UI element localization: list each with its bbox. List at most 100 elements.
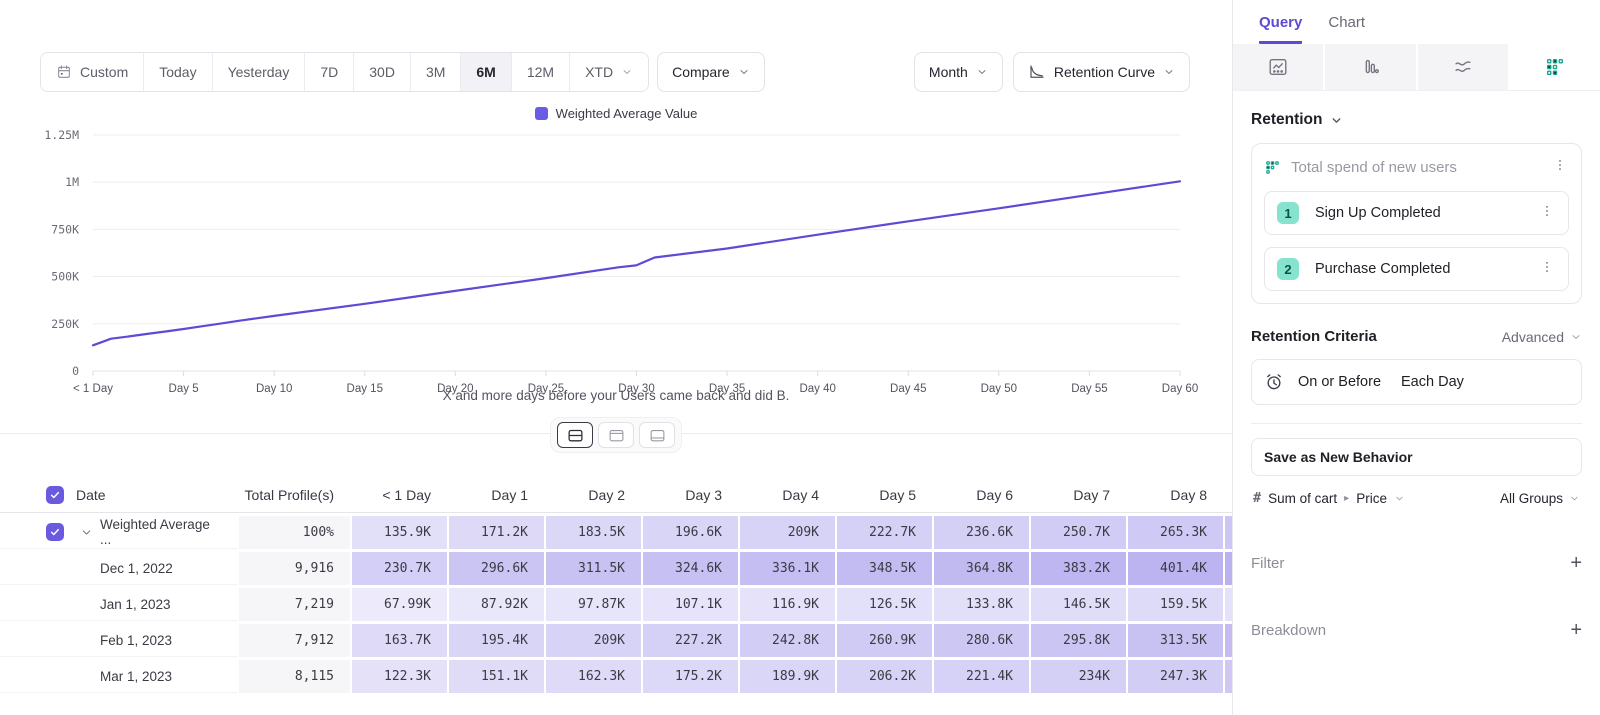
retention-value-cell[interactable]: 122.3K (352, 660, 447, 693)
retention-value-cell[interactable]: 209K (740, 516, 835, 549)
retention-value-cell[interactable]: 230.7K (352, 552, 447, 585)
retention-value-cell[interactable]: 250.7K (1031, 516, 1126, 549)
row-label: Feb 1, 2023 (100, 633, 172, 648)
retention-value-cell[interactable]: 311.5K (546, 552, 641, 585)
retention-value-cell[interactable]: 196.6K (643, 516, 738, 549)
retention-value-cell[interactable]: 206.2K (837, 660, 932, 693)
total-profiles-cell: 8,115 (239, 660, 350, 693)
view-toggle-split-view[interactable] (557, 422, 593, 448)
retention-value-cell[interactable]: 265.3K (1128, 516, 1223, 549)
retention-value-cell[interactable]: 163.7K (352, 624, 447, 657)
range-6m[interactable]: 6M (461, 53, 511, 91)
retention-value-cell[interactable]: 242.8K (740, 624, 835, 657)
tool-insights[interactable] (1233, 44, 1325, 90)
select-all-checkbox[interactable] (46, 486, 64, 504)
range-yesterday[interactable]: Yesterday (213, 53, 306, 91)
column-header-day-8: Day 8 (1128, 477, 1223, 512)
tool-retention[interactable] (1510, 44, 1600, 90)
x-axis-tick: Day 5 (169, 383, 199, 395)
retention-value-cell[interactable]: 296.6K (449, 552, 544, 585)
retention-value-cell[interactable]: 195.4K (449, 624, 544, 657)
y-axis-tick: 0 (72, 364, 79, 378)
y-axis-tick: 750K (51, 222, 79, 236)
query-sidebar: Query Chart Retention (1232, 0, 1600, 715)
tool-flows[interactable] (1418, 44, 1510, 90)
range-7d[interactable]: 7D (305, 53, 354, 91)
retention-value-cell[interactable]: 260.9K (837, 624, 932, 657)
advanced-dropdown[interactable]: Advanced (1502, 329, 1582, 345)
retention-value-cell[interactable]: 175.2K (643, 660, 738, 693)
retention-value-cell[interactable]: 364.8K (934, 552, 1029, 585)
retention-value-cell[interactable]: 107.1K (643, 588, 738, 621)
retention-value-cell[interactable]: 159.5K (1128, 588, 1223, 621)
kebab-menu-icon[interactable] (1538, 258, 1556, 281)
measure-sub-property[interactable]: Price (1356, 491, 1387, 506)
all-groups-dropdown[interactable]: All Groups (1500, 491, 1580, 506)
range-today[interactable]: Today (144, 53, 212, 91)
retention-value-cell[interactable]: 383.2K (1031, 552, 1126, 585)
retention-value-cell[interactable]: 151.1K (449, 660, 544, 693)
retention-value-cell[interactable]: 126.5K (837, 588, 932, 621)
retention-value-cell[interactable]: 295.8K (1031, 624, 1126, 657)
chart-type-button[interactable]: Retention Curve (1013, 52, 1190, 92)
retention-value-cell[interactable]: 171.2K (449, 516, 544, 549)
x-axis-tick: Day 45 (890, 383, 926, 395)
save-as-new-behavior-button[interactable]: Save as New Behavior (1251, 438, 1582, 476)
retention-value-cell[interactable]: 146.5K (1031, 588, 1126, 621)
all-groups-label: All Groups (1500, 491, 1563, 506)
retention-value-cell[interactable]: 247.3K (1128, 660, 1223, 693)
retention-value-cell[interactable]: 234K (1031, 660, 1126, 693)
retention-value-cell[interactable]: 348.5K (837, 552, 932, 585)
retention-value-cell[interactable]: 313.5K (1128, 624, 1223, 657)
tool-funnels[interactable] (1325, 44, 1417, 90)
behavior-title[interactable]: Total spend of new users (1291, 159, 1541, 176)
range-custom[interactable]: Custom (41, 53, 144, 91)
tab-query[interactable]: Query (1259, 14, 1302, 44)
report-section-heading[interactable]: Retention (1251, 111, 1582, 129)
add-breakdown-button[interactable]: + (1570, 619, 1582, 642)
caret-right-icon: ▸ (1344, 493, 1349, 504)
row-checkbox[interactable] (46, 523, 64, 541)
retention-value-cell[interactable]: 324.6K (643, 552, 738, 585)
add-filter-button[interactable]: + (1570, 552, 1582, 575)
retention-value-cell[interactable]: 97.87K (546, 588, 641, 621)
retention-value-cell[interactable]: 87.92K (449, 588, 544, 621)
expand-row-icon[interactable] (80, 526, 93, 542)
table-row: Jan 1, 20237,21967.99K87.92K97.87K107.1K… (0, 588, 1232, 621)
range-30d[interactable]: 30D (354, 53, 411, 91)
retention-value-cell[interactable]: 336.1K (740, 552, 835, 585)
row-label-cell: Jan 1, 2023 (0, 588, 237, 621)
retention-value-cell[interactable]: 183.5K (546, 516, 641, 549)
measure-property[interactable]: Sum of cart (1268, 491, 1337, 506)
step-purchase-completed[interactable]: 2 Purchase Completed (1264, 247, 1569, 291)
range-3m[interactable]: 3M (411, 53, 461, 91)
view-toggle-bottom-pane-view[interactable] (639, 422, 675, 448)
granularity-button[interactable]: Month (914, 52, 1003, 92)
x-axis-tick: < 1 Day (73, 383, 113, 395)
range-xtd[interactable]: XTD (570, 53, 648, 91)
retention-value-cell[interactable]: 189.9K (740, 660, 835, 693)
retention-value-cell[interactable]: 401.4K (1128, 552, 1223, 585)
criteria-condition[interactable]: On or Before Each Day (1251, 359, 1582, 405)
retention-value-cell[interactable]: 133.8K (934, 588, 1029, 621)
retention-value-cell[interactable]: 222.7K (837, 516, 932, 549)
retention-value-cell[interactable]: 280.6K (934, 624, 1029, 657)
retention-value-cell[interactable]: 221.4K (934, 660, 1029, 693)
compare-button[interactable]: Compare (657, 52, 765, 92)
retention-value-cell[interactable]: 67.99K (352, 588, 447, 621)
retention-value-cell[interactable]: 116.9K (740, 588, 835, 621)
step-sign-up-completed[interactable]: 1 Sign Up Completed (1264, 191, 1569, 235)
retention-value-cell[interactable]: 227.2K (643, 624, 738, 657)
chart-canvas[interactable]: 1.25M1M750K500K250K0< 1 DayDay 5Day 10Da… (0, 121, 1232, 399)
kebab-menu-icon[interactable] (1551, 156, 1569, 179)
weighted-average-line[interactable] (93, 181, 1180, 345)
range-12m[interactable]: 12M (512, 53, 570, 91)
retention-value-cell[interactable]: 135.9K (352, 516, 447, 549)
retention-value-cell[interactable]: 209K (546, 624, 641, 657)
retention-value-cell[interactable]: 236.6K (934, 516, 1029, 549)
kebab-menu-icon[interactable] (1538, 202, 1556, 225)
x-axis-tick: Day 10 (256, 383, 292, 395)
tab-chart[interactable]: Chart (1328, 14, 1365, 44)
view-toggle-top-pane-view[interactable] (598, 422, 634, 448)
retention-value-cell[interactable]: 162.3K (546, 660, 641, 693)
